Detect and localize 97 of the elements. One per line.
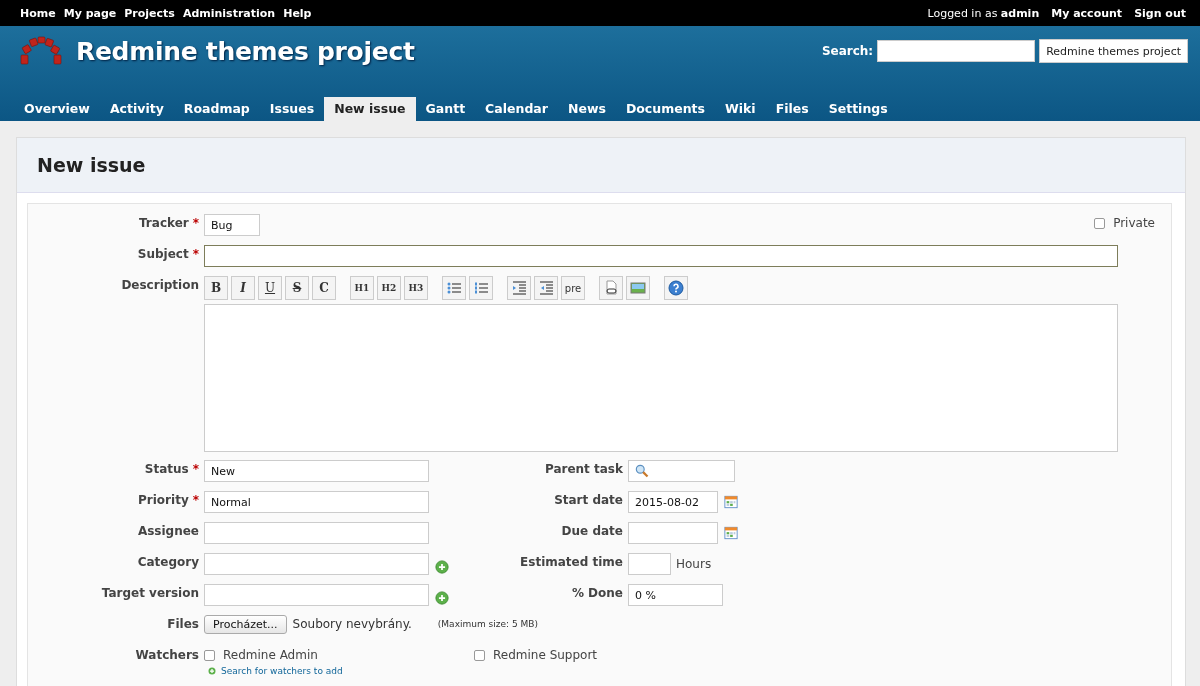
italic-button[interactable]: I <box>231 276 255 300</box>
calendar-icon <box>724 495 738 509</box>
select-field[interactable] <box>204 522 429 544</box>
checkbox-label: Private <box>1113 216 1155 230</box>
numbered-list-button[interactable] <box>469 276 493 300</box>
percent-select[interactable]: 0 % <box>628 584 723 606</box>
menu-link[interactable]: Home <box>20 6 56 20</box>
subject-field[interactable] <box>204 245 1118 267</box>
magnifier-icon <box>635 464 649 478</box>
checkbox-label: Redmine Support <box>493 648 598 662</box>
heading-button[interactable]: H3 <box>404 276 428 300</box>
preformatted-button[interactable]: pre <box>561 276 585 300</box>
nav-tab[interactable]: Calendar <box>475 97 558 121</box>
bulleted-list-icon <box>446 280 462 296</box>
search-label: Search: <box>821 44 874 58</box>
indent-icon <box>511 280 527 296</box>
help-button[interactable] <box>664 276 688 300</box>
select-field[interactable]: Normal <box>204 491 429 513</box>
field-label: Category <box>137 555 199 569</box>
heading-button[interactable]: H2 <box>377 276 401 300</box>
arch-logo-icon <box>20 36 62 66</box>
field-label: Parent task <box>544 462 623 476</box>
browse-button[interactable]: Procházet... <box>204 615 287 634</box>
private-checkbox[interactable] <box>1094 217 1106 229</box>
select-field[interactable] <box>204 584 429 606</box>
image-icon <box>630 280 646 296</box>
project-title: Redmine themes project <box>76 36 415 66</box>
numbered-list-icon <box>473 280 489 296</box>
unit-label: Hours <box>676 557 712 571</box>
indent-button[interactable] <box>507 276 531 300</box>
search-watchers-link[interactable]: Search for watchers to add <box>221 666 343 676</box>
nav-tab[interactable]: Wiki <box>714 97 766 121</box>
tracker-select[interactable]: Bug <box>204 214 260 236</box>
required-mark: * <box>192 247 199 261</box>
nav-tab[interactable]: New issue <box>324 97 416 121</box>
field-label: Start date <box>554 493 623 507</box>
field-label: % Done <box>571 586 623 600</box>
bulleted-list-button[interactable] <box>442 276 466 300</box>
field-label: Status <box>144 462 189 476</box>
heading-button[interactable]: H1 <box>350 276 374 300</box>
hours-field[interactable] <box>628 553 671 575</box>
account-link[interactable]: Sign out <box>1134 6 1186 20</box>
select-field[interactable] <box>204 553 429 575</box>
strikethrough-button[interactable]: S <box>285 276 309 300</box>
nav-tab[interactable]: Documents <box>615 97 715 121</box>
code-button[interactable]: C <box>312 276 336 300</box>
plus-icon[interactable] <box>435 560 449 574</box>
link-button[interactable] <box>599 276 623 300</box>
checkbox-label: Redmine Admin <box>223 648 318 662</box>
field-label: Tracker <box>139 216 189 230</box>
field-label: Priority <box>138 493 189 507</box>
menu-link[interactable]: My page <box>63 6 117 20</box>
underline-button[interactable]: U <box>258 276 282 300</box>
outdent-button[interactable] <box>534 276 558 300</box>
image-button[interactable] <box>626 276 650 300</box>
menu-link[interactable]: Projects <box>124 6 175 20</box>
field-label: Files <box>167 617 199 631</box>
account-link[interactable]: My account <box>1051 6 1123 20</box>
nav-tab[interactable]: Issues <box>259 97 325 121</box>
date-field[interactable] <box>628 522 718 544</box>
link-icon <box>603 280 619 296</box>
nav-tab[interactable]: Roadmap <box>173 97 260 121</box>
nav-tab[interactable]: Gantt <box>415 97 476 121</box>
menu-link[interactable]: Help <box>283 6 312 20</box>
required-mark: * <box>192 216 199 230</box>
nav-tab[interactable]: Settings <box>818 97 898 121</box>
field-label: Assignee <box>137 524 199 538</box>
help-icon <box>668 280 684 296</box>
field-label: Description <box>121 278 199 292</box>
field-label: Target version <box>101 586 199 600</box>
field-label: Watchers <box>135 648 199 662</box>
required-mark: * <box>192 493 199 507</box>
bold-button[interactable]: B <box>204 276 228 300</box>
nav-tab[interactable]: Files <box>765 97 819 121</box>
field-label: Subject <box>137 247 189 261</box>
plus-icon[interactable] <box>435 591 449 605</box>
page-heading: New issue <box>37 154 146 176</box>
required-mark: * <box>192 462 199 476</box>
outdent-icon <box>538 280 554 296</box>
file-status: Soubory nevybrány. <box>292 617 412 631</box>
select-field[interactable]: New <box>204 460 429 482</box>
nav-tab[interactable]: News <box>557 97 616 121</box>
nav-tab[interactable]: Overview <box>14 97 100 121</box>
nav-tab[interactable]: Activity <box>99 97 174 121</box>
field-label: Estimated time <box>520 555 623 569</box>
project-scope-select[interactable]: Redmine themes project <box>1039 39 1188 63</box>
menu-link[interactable]: Administration <box>182 6 276 20</box>
watcher-checkbox[interactable] <box>474 649 485 661</box>
search-field[interactable] <box>877 40 1036 62</box>
parent-task-field[interactable] <box>628 460 735 482</box>
date-field[interactable]: 2015-08-02 <box>628 491 718 513</box>
plus-icon <box>208 667 216 675</box>
field-label: Due date <box>561 524 623 538</box>
watcher-checkbox[interactable] <box>204 649 215 661</box>
logged-in-text: Logged in as admin <box>927 6 1040 20</box>
calendar-icon <box>724 526 738 540</box>
size-note: (Maximum size: 5 MB) <box>437 619 538 629</box>
